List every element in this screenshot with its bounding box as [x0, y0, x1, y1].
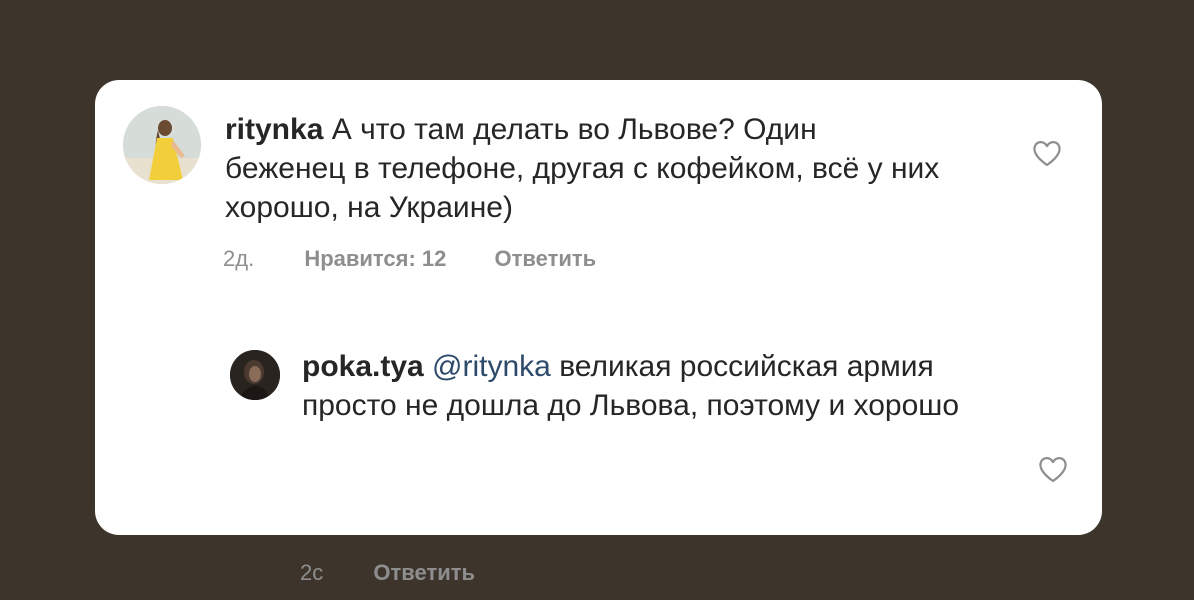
comment-username[interactable]: ritynka	[225, 113, 323, 146]
mention-link[interactable]: @ritynka	[424, 350, 551, 383]
reply-button[interactable]: Ответить	[373, 560, 475, 586]
comment-username[interactable]: poka.tya	[302, 350, 424, 383]
comments-card: ritynka А что там делать во Львове? Один…	[95, 80, 1102, 585]
comment-text: ritynka А что там делать во Львове? Один…	[225, 110, 945, 227]
user-avatar-photo	[123, 106, 201, 184]
like-button[interactable]	[1037, 454, 1069, 484]
heart-outline-icon	[1033, 141, 1061, 167]
heart-outline-icon	[1039, 457, 1067, 483]
comment-body: А что там делать во Львове? Один беженец…	[225, 113, 940, 224]
avatar[interactable]	[123, 106, 201, 184]
comment-text: poka.tya @ritynka великая российская арм…	[302, 347, 962, 425]
user-avatar-photo	[230, 350, 280, 400]
comment-time[interactable]: 2д.	[223, 246, 254, 272]
comment-meta: 2д. Нравится: 12 Ответить	[223, 246, 596, 272]
like-button[interactable]	[1031, 138, 1063, 168]
avatar[interactable]	[230, 350, 280, 400]
comment-time[interactable]: 2с	[300, 560, 323, 586]
likes-count[interactable]: Нравится: 12	[304, 246, 446, 272]
comment-meta: 2с Ответить	[300, 560, 475, 586]
reply-button[interactable]: Ответить	[495, 246, 597, 272]
